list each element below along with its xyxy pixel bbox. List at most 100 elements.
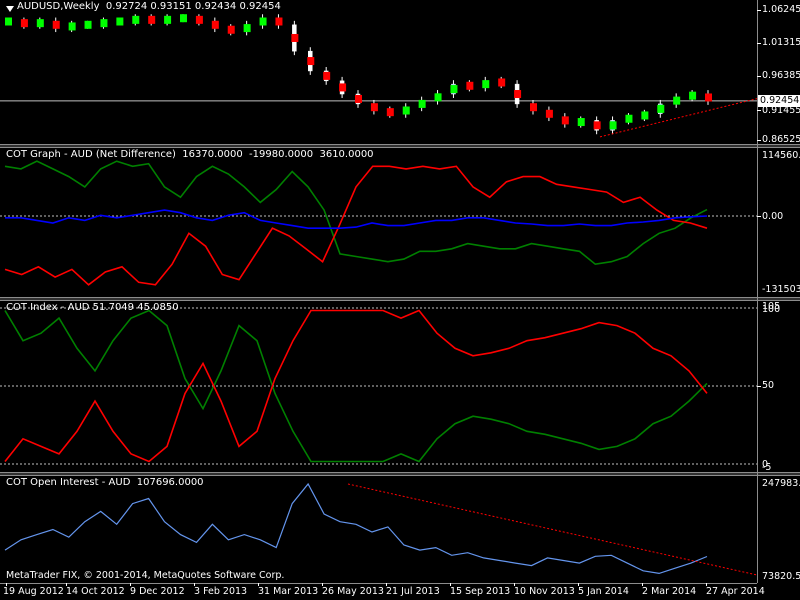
heiken-ashi-block xyxy=(673,96,681,105)
cot-index-title: COT Index - AUD 51.7049 45.0850 xyxy=(6,302,179,313)
current-price-label: 0.92454 xyxy=(758,95,800,107)
heiken-ashi-block xyxy=(402,106,410,115)
heiken-ashi-block xyxy=(307,57,315,66)
heiken-ashi-block xyxy=(100,19,108,28)
copyright-text: MetaTrader FIX, © 2001-2014, MetaQuotes … xyxy=(6,570,285,581)
heiken-ashi-block xyxy=(450,85,458,94)
heiken-ashi-block xyxy=(339,83,347,92)
y-tick-label: 0.86525 xyxy=(762,134,800,145)
heiken-ashi-block xyxy=(498,78,506,87)
x-tick-label: 14 Oct 2012 xyxy=(66,586,125,597)
heiken-ashi-block xyxy=(5,17,12,26)
y-tick-label: 1.01315 xyxy=(762,37,800,48)
heiken-ashi-block xyxy=(323,71,331,80)
y-tick-label: -5 xyxy=(762,462,772,473)
dropdown-arrow-icon[interactable] xyxy=(6,6,14,12)
x-tick-label: 31 Mar 2013 xyxy=(258,586,319,597)
cot-long-line xyxy=(4,160,708,266)
cot-index-chart[interactable] xyxy=(0,301,757,473)
heiken-ashi-block xyxy=(36,19,44,28)
heiken-ashi-block xyxy=(164,15,172,24)
pane-separator[interactable] xyxy=(0,472,800,476)
heiken-ashi-block xyxy=(370,103,378,112)
price-pane-title: AUDUSD,Weekly 0.92724 0.93151 0.92434 0.… xyxy=(17,1,281,12)
open-interest-line xyxy=(4,482,708,575)
heiken-ashi-block xyxy=(148,15,156,24)
heiken-ashi-block xyxy=(243,24,251,33)
y-tick-mark xyxy=(757,140,761,141)
y-tick-label: 0.96385 xyxy=(762,70,800,81)
heiken-ashi-block xyxy=(545,109,553,118)
heiken-ashi-block xyxy=(705,93,712,102)
heiken-ashi-block xyxy=(386,108,394,117)
heiken-ashi-block xyxy=(355,94,362,103)
price-pane[interactable]: AUDUSD,Weekly 0.92724 0.93151 0.92434 0.… xyxy=(0,0,757,145)
y-tick-label: 114560.7 xyxy=(762,150,800,161)
cot-graph-chart[interactable] xyxy=(0,148,757,298)
y-tick-label: -131503.7 xyxy=(762,284,800,295)
x-tick-label: 9 Dec 2012 xyxy=(130,586,185,597)
price-chart[interactable] xyxy=(0,0,757,145)
y-tick-mark xyxy=(757,43,761,44)
open-interest-chart[interactable] xyxy=(0,476,757,583)
heiken-ashi-block xyxy=(530,103,537,112)
heiken-ashi-block xyxy=(68,22,76,31)
y-tick-label: 50 xyxy=(762,380,775,391)
heiken-ashi-block xyxy=(418,99,426,108)
heiken-ashi-block xyxy=(116,17,124,26)
open-interest-title: COT Open Interest - AUD 107696.0000 xyxy=(6,477,204,488)
heiken-ashi-block xyxy=(195,15,203,24)
heiken-ashi-block xyxy=(84,20,92,29)
x-tick-label: 19 Aug 2012 xyxy=(3,586,64,597)
heiken-ashi-block xyxy=(291,33,299,42)
price-scale-border xyxy=(757,0,758,583)
x-tick-label: 3 Feb 2013 xyxy=(194,586,248,597)
heiken-ashi-block xyxy=(625,114,633,123)
pane-separator[interactable] xyxy=(0,297,800,301)
heiken-ashi-block xyxy=(577,118,585,127)
x-tick-label: 26 May 2013 xyxy=(322,586,384,597)
heiken-ashi-block xyxy=(609,121,617,130)
heiken-ashi-block xyxy=(657,104,665,113)
cot-graph-pane[interactable]: COT Graph - AUD (Net Difference) 16370.0… xyxy=(0,148,757,298)
heiken-ashi-block xyxy=(434,93,442,102)
y-tick-label: 1.06245 xyxy=(762,4,800,15)
cot-graph-title: COT Graph - AUD (Net Difference) 16370.0… xyxy=(6,149,374,160)
heiken-ashi-block xyxy=(275,17,283,26)
heiken-ashi-block xyxy=(482,80,490,89)
heiken-ashi-block xyxy=(466,81,474,90)
heiken-ashi-block xyxy=(689,91,697,100)
x-tick-label: 21 Jul 2013 xyxy=(386,586,440,597)
y-tick-mark xyxy=(757,386,761,387)
y-tick-label: 73820.5 xyxy=(762,571,800,582)
time-scale-border xyxy=(0,583,757,584)
heiken-ashi-block xyxy=(259,17,267,26)
y-tick-mark xyxy=(757,216,761,217)
y-tick-label: 100 xyxy=(762,304,781,315)
x-tick-label: 2 Mar 2014 xyxy=(642,586,697,597)
x-tick-label: 5 Jan 2014 xyxy=(578,586,629,597)
y-tick-mark xyxy=(757,76,761,77)
x-tick-label: 10 Nov 2013 xyxy=(514,586,575,597)
cot-index-pane[interactable]: COT Index - AUD 51.7049 45.0850 xyxy=(0,301,757,473)
pane-separator[interactable] xyxy=(0,144,800,148)
y-tick-mark xyxy=(757,10,761,11)
heiken-ashi-block xyxy=(561,116,569,125)
heiken-ashi-block xyxy=(211,20,219,29)
y-tick-mark xyxy=(757,110,761,111)
oi-trend-line xyxy=(347,483,757,576)
heiken-ashi-block xyxy=(227,25,235,34)
heiken-ashi-block xyxy=(593,121,601,130)
y-tick-label: 247983.5 xyxy=(762,478,800,489)
heiken-ashi-block xyxy=(180,14,187,23)
heiken-ashi-block xyxy=(20,19,28,28)
heiken-ashi-block xyxy=(52,20,60,29)
y-tick-label: 0.00 xyxy=(762,211,784,222)
heiken-ashi-block xyxy=(514,90,522,99)
open-interest-pane[interactable]: COT Open Interest - AUD 107696.0000 xyxy=(0,476,757,583)
cot-net-line xyxy=(5,209,708,229)
x-tick-label: 15 Sep 2013 xyxy=(450,586,511,597)
heiken-ashi-block xyxy=(132,15,140,24)
heiken-ashi-block xyxy=(641,111,649,120)
x-tick-label: 27 Apr 2014 xyxy=(706,586,765,597)
